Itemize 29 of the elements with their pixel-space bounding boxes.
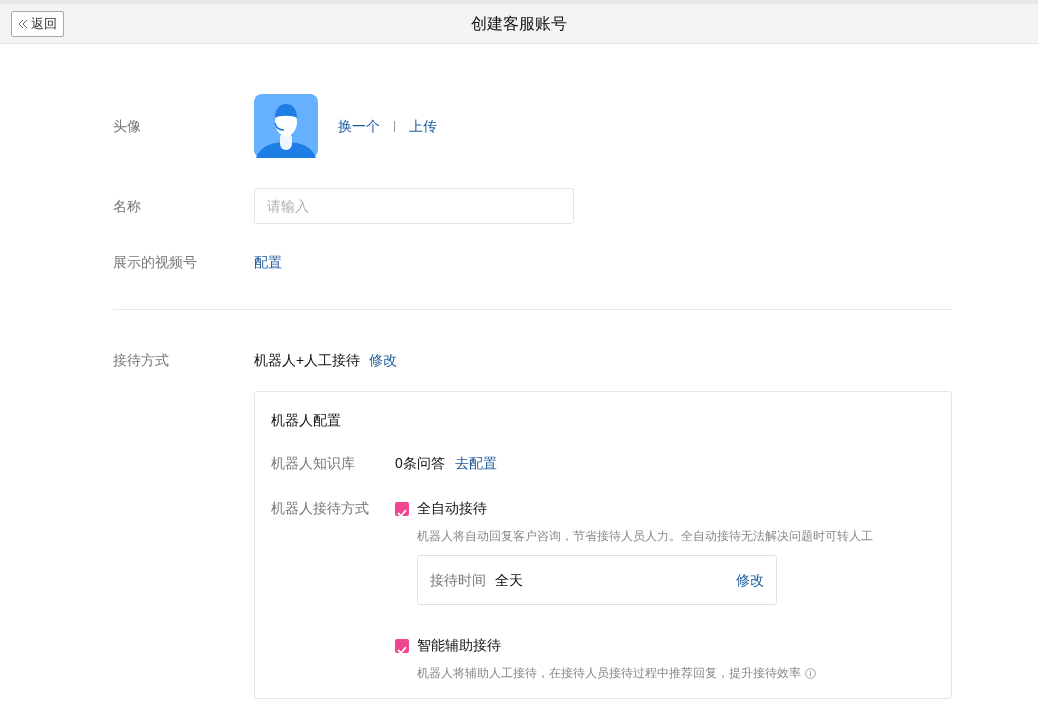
modify-link[interactable]: 修改 <box>369 350 398 371</box>
back-button[interactable]: 返回 <box>11 11 64 37</box>
double-chevron-icon <box>18 19 28 29</box>
checkbox[interactable] <box>395 638 409 653</box>
schedule-value: 全天 <box>495 570 523 590</box>
field-label: 展示的视频号 <box>113 253 198 272</box>
name-input[interactable]: 请输入 <box>254 188 574 224</box>
avatar-silhouette-icon <box>254 94 318 158</box>
checkbox-label: 全自动接待 <box>417 499 487 518</box>
field-label: 名称 <box>113 197 142 216</box>
mode-description: 机器人将辅助人工接待，在接待人员接待过程中推荐回复，提升接待效率 <box>417 665 801 682</box>
card-title: 机器人配置 <box>271 411 342 430</box>
schedule-label: 接待时间 <box>430 570 486 590</box>
field-label: 机器人知识库 <box>271 454 356 473</box>
mode-description: 机器人将自动回复客户咨询，节省接待人员人力。全自动接待无法解决问题时可转人工 <box>417 528 873 545</box>
field-label: 机器人接待方式 <box>271 499 370 518</box>
modify-link[interactable]: 修改 <box>736 569 764 591</box>
knowledge-count: 0条问答 <box>395 454 445 473</box>
avatar-action-link[interactable]: 换一个 <box>338 115 380 137</box>
reception-mode-value: 机器人+人工接待 <box>254 351 361 370</box>
avatar-action-link[interactable]: 上传 <box>409 115 437 137</box>
page-title: 创建客服账号 <box>471 14 567 34</box>
configure-link[interactable]: 去配置 <box>454 453 497 474</box>
field-label: 接待方式 <box>113 351 170 370</box>
checkbox[interactable] <box>395 501 409 516</box>
info-icon[interactable] <box>805 667 816 679</box>
configure-link[interactable]: 配置 <box>254 252 282 273</box>
field-label: 头像 <box>113 116 142 136</box>
checkbox-label: 智能辅助接待 <box>417 636 501 655</box>
